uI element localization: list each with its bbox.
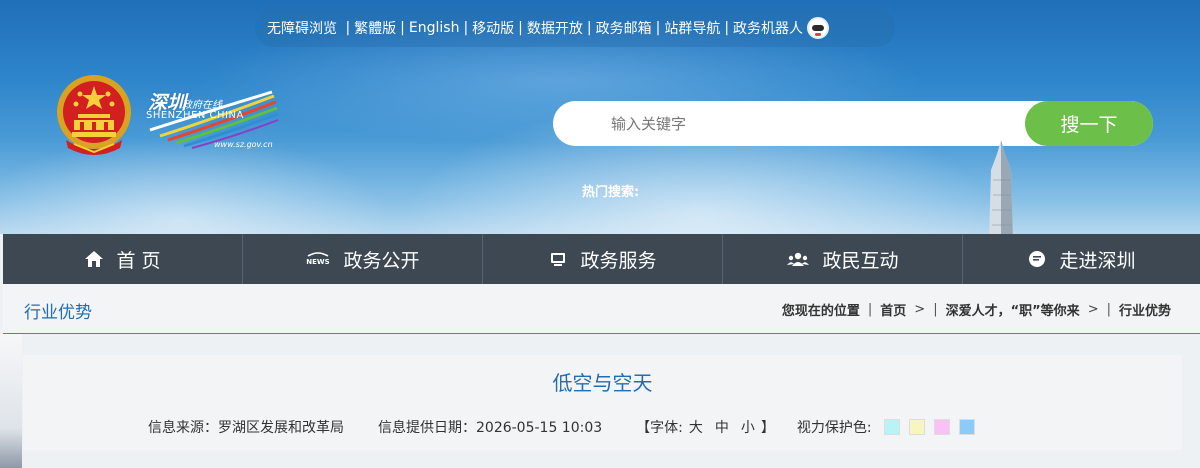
font-size-medium[interactable]: 中 xyxy=(715,417,729,437)
news-icon: NEWS xyxy=(307,252,330,266)
swatch-pink[interactable] xyxy=(933,419,950,435)
accessibility-link[interactable]: 无障碍浏览 xyxy=(267,18,337,38)
vision-protect-label: 视力保护色: xyxy=(796,420,872,436)
info-source: 信息来源：罗湖区发展和改革局 xyxy=(148,420,344,436)
svg-text:NEWS: NEWS xyxy=(307,258,330,266)
font-size-small[interactable]: 小 xyxy=(741,417,755,437)
gov-mail-link[interactable]: 政务邮箱 xyxy=(596,18,652,38)
nav-label: 政务服务 xyxy=(580,249,657,272)
nav-label: 政民互动 xyxy=(822,249,899,272)
search-input[interactable] xyxy=(573,101,1013,146)
breadcrumb-arrow-icon: > xyxy=(1087,302,1099,317)
nav-item-gov-affairs[interactable]: NEWS 政务公开 xyxy=(243,234,483,284)
breadcrumb-home[interactable]: 首页 xyxy=(880,300,906,319)
english-link[interactable]: English xyxy=(409,20,460,36)
swatch-cyan[interactable] xyxy=(883,419,900,435)
background-strip xyxy=(0,334,22,468)
site-header: 无障碍浏览 | 繁體版 | English | 移动版 | 数据开放 | 政务邮… xyxy=(0,0,1200,234)
font-size-label: 【字体: xyxy=(636,420,683,436)
top-utility-bar: 无障碍浏览 | 繁體版 | English | 移动版 | 数据开放 | 政务邮… xyxy=(255,9,895,47)
chat-icon xyxy=(1029,251,1046,267)
home-icon xyxy=(85,251,104,267)
skyscraper-image xyxy=(989,140,1013,234)
breadcrumb-talent[interactable]: 深爱人才，“职”等你来 xyxy=(946,300,1080,319)
robot-icon[interactable] xyxy=(807,17,830,39)
traditional-chinese-link[interactable]: 繁體版 xyxy=(354,18,396,38)
breadcrumb-arrow-icon: > xyxy=(914,302,926,317)
national-emblem-icon xyxy=(57,75,131,155)
users-icon xyxy=(787,252,810,266)
gov-robot-link[interactable]: 政务机器人 xyxy=(733,18,803,38)
swatch-yellow[interactable] xyxy=(908,419,925,435)
open-data-link[interactable]: 数据开放 xyxy=(527,18,583,38)
nav-item-about-shenzhen[interactable]: 走进深圳 xyxy=(963,234,1200,284)
nav-label: 首 页 xyxy=(116,249,161,272)
nav-item-home[interactable]: 首 页 xyxy=(3,234,243,284)
section-title: 行业优势 xyxy=(24,303,92,323)
article-title: 低空与空天 xyxy=(552,371,653,395)
breadcrumb: 您现在的位置 | 首页 > | 深爱人才，“职”等你来 > | 行业优势 xyxy=(781,300,1171,319)
nav-label: 政务公开 xyxy=(343,249,420,272)
logo-text-sub: 政府在线 xyxy=(182,100,222,111)
info-date: 信息提供日期：2026-05-15 10:03 xyxy=(378,420,603,436)
search-button[interactable]: 搜一下 xyxy=(1025,101,1153,146)
article-header: 低空与空天 信息来源：罗湖区发展和改革局 信息提供日期：2026-05-15 1… xyxy=(23,355,1182,450)
logo-url: www.sz.gov.cn xyxy=(214,140,273,149)
main-nav: 首 页 NEWS 政务公开 政务服务 政民互动 走进深圳 xyxy=(3,234,1200,284)
monitor-icon xyxy=(551,253,566,266)
breadcrumb-current[interactable]: 行业优势 xyxy=(1119,300,1171,319)
font-size-close: 】 xyxy=(760,420,775,436)
nav-label: 走进深圳 xyxy=(1059,249,1136,272)
breadcrumb-bar: 行业优势 您现在的位置 | 首页 > | 深爱人才，“职”等你来 > | 行业优… xyxy=(3,284,1200,334)
nav-item-gov-services[interactable]: 政务服务 xyxy=(483,234,723,284)
font-size-large[interactable]: 大 xyxy=(689,417,703,437)
nav-item-interaction[interactable]: 政民互动 xyxy=(723,234,963,284)
article-meta: 信息来源：罗湖区发展和改革局 信息提供日期：2026-05-15 10:03 【… xyxy=(148,417,984,437)
site-group-nav-link[interactable]: 站群导航 xyxy=(664,18,720,38)
hot-search-label: 热门搜索: xyxy=(582,185,640,200)
swatch-blue[interactable] xyxy=(958,419,975,435)
breadcrumb-prefix: 您现在的位置 xyxy=(781,304,860,319)
logo-text-en: SHENZHEN CHINA xyxy=(146,110,244,121)
mobile-link[interactable]: 移动版 xyxy=(472,18,514,38)
